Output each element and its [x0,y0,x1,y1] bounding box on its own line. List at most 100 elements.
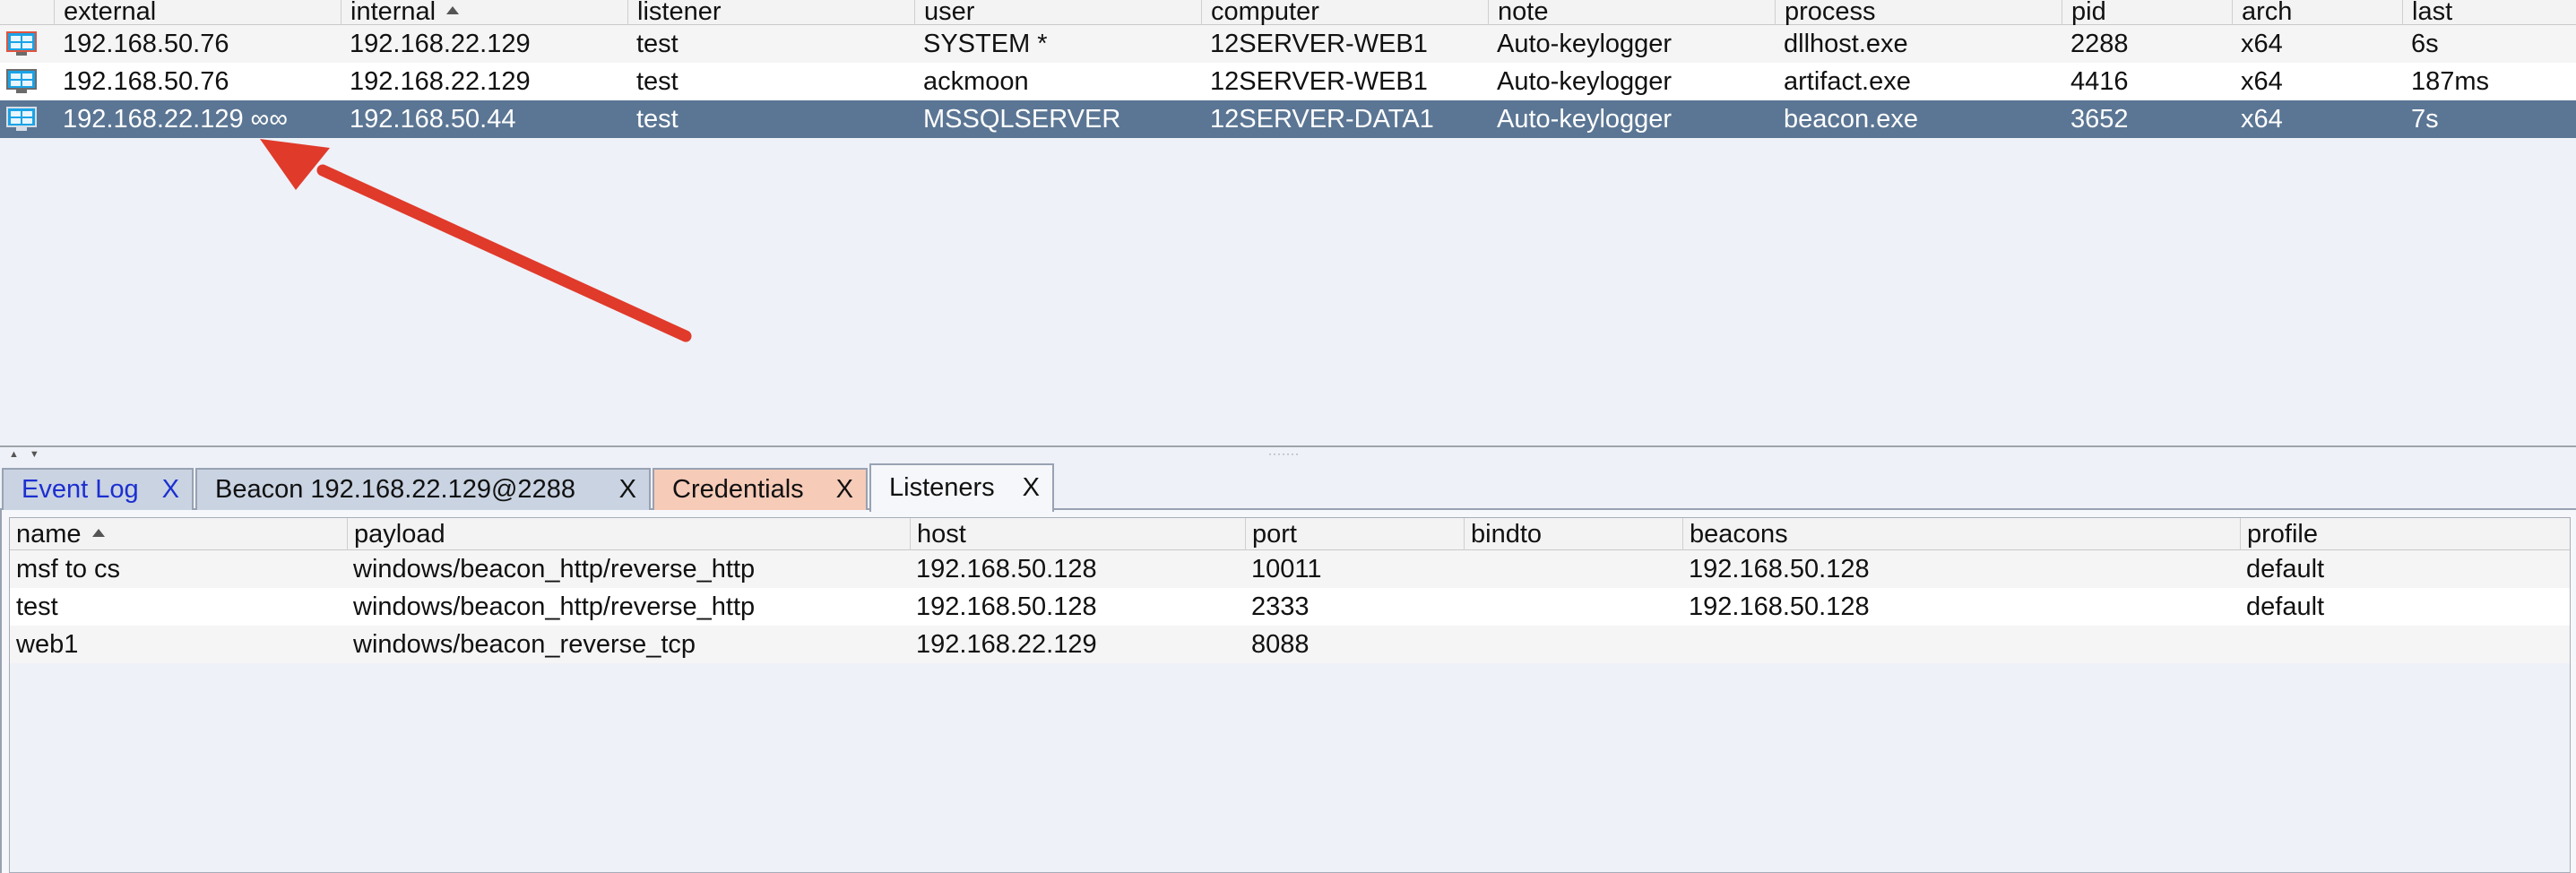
cell-external: 192.168.22.129 ∞∞ [63,105,288,134]
cell-note: Auto-keylogger [1497,105,1673,134]
cell-external: 192.168.50.76 [63,30,229,58]
close-icon[interactable]: X [619,470,636,509]
session-row-selected[interactable]: 192.168.22.129 ∞∞ 192.168.50.44 test MSS… [0,100,2576,138]
listener-row[interactable]: msf to cs windows/beacon_http/reverse_ht… [10,550,2570,588]
tab-listeners[interactable]: Listeners X [869,463,1054,512]
cell-bindto [1464,626,1470,663]
cell-pid: 4416 [2070,67,2129,96]
col-name-header[interactable]: name [10,518,347,550]
cell-pid: 3652 [2070,105,2129,134]
cell-port: 2333 [1251,592,1310,621]
close-icon[interactable]: X [162,470,179,509]
listeners-table: name payload host port bindto beacons pr… [9,517,2571,873]
tab-label: Event Log [22,475,139,504]
col-computer-header[interactable]: computer [1201,0,1488,25]
cell-pid: 2288 [2070,30,2129,58]
col-user-header[interactable]: user [914,0,1201,25]
col-arch-header[interactable]: arch [2232,0,2402,25]
col-pid-header[interactable]: pid [2062,0,2232,25]
cell-last: 187ms [2411,67,2490,96]
cell-host: 192.168.50.128 [916,555,1097,583]
cell-port: 10011 [1251,555,1322,583]
close-icon[interactable]: X [836,470,853,509]
windows-desktop-icon [6,107,37,131]
tab-label: Beacon 192.168.22.129@2288 [215,475,575,504]
col-note-header[interactable]: note [1488,0,1775,25]
tab-beacon[interactable]: Beacon 192.168.22.129@2288 X [195,468,651,510]
cell-process: dllhost.exe [1784,30,1908,58]
cell-listener: test [636,105,679,134]
pane-splitter[interactable]: ▲▼ ······· [0,445,2576,463]
cell-note: Auto-keylogger [1497,67,1673,96]
cell-last: 7s [2411,105,2439,134]
sessions-table: external internal listener user computer… [0,0,2576,445]
listeners-panel: name payload host port bindto beacons pr… [0,510,2576,873]
cell-internal: 192.168.22.129 [350,67,531,96]
cell-internal: 192.168.22.129 [350,30,531,58]
tab-event-log[interactable]: Event Log X [2,468,194,510]
cell-port: 8088 [1251,630,1310,659]
col-bindto-header[interactable]: bindto [1464,518,1682,550]
tab-label: Listeners [889,473,995,502]
cell-name: test [16,592,58,621]
cell-process: artifact.exe [1784,67,1911,96]
col-process-header[interactable]: process [1775,0,2062,25]
cell-computer: 12SERVER-WEB1 [1210,30,1428,58]
session-row[interactable]: 192.168.50.76 192.168.22.129 test SYSTEM… [0,25,2576,63]
cell-name: web1 [16,630,79,659]
cell-host: 192.168.22.129 [916,630,1097,659]
sort-ascending-icon [91,529,105,537]
tab-credentials[interactable]: Credentials X [653,468,868,510]
col-internal-header[interactable]: internal [341,0,627,25]
splitter-grip-icon[interactable]: ······· [1268,447,1300,460]
cell-host: 192.168.50.128 [916,592,1097,621]
sessions-header: external internal listener user computer… [0,0,2576,25]
cell-process: beacon.exe [1784,105,1918,134]
cell-listener: test [636,30,679,58]
cell-beacons: 192.168.50.128 [1689,555,1870,583]
cell-user: MSSQLSERVER [923,105,1121,134]
tab-label: Credentials [672,475,804,504]
windows-desktop-icon [6,69,37,93]
col-external-header[interactable]: external [54,0,341,25]
session-row[interactable]: 192.168.50.76 192.168.22.129 test ackmoo… [0,63,2576,100]
cell-payload: windows/beacon_http/reverse_http [353,555,756,583]
cell-payload: windows/beacon_reverse_tcp [353,630,696,659]
splitter-arrows-icon[interactable]: ▲▼ [9,449,50,460]
col-port-header[interactable]: port [1245,518,1464,550]
cell-arch: x64 [2241,30,2283,58]
col-last-header[interactable]: last [2402,0,2576,25]
close-icon[interactable]: X [1023,465,1040,510]
cell-user: ackmoon [923,67,1029,96]
cell-listener: test [636,67,679,96]
cell-last: 6s [2411,30,2439,58]
listener-row[interactable]: test windows/beacon_http/reverse_http 19… [10,588,2570,626]
col-host-header[interactable]: host [910,518,1245,550]
cell-arch: x64 [2241,105,2283,134]
cell-user: SYSTEM * [923,30,1048,58]
cell-note: Auto-keylogger [1497,30,1673,58]
col-profile-header[interactable]: profile [2240,518,2570,550]
windows-desktop-icon [6,31,37,56]
cell-external: 192.168.50.76 [63,67,229,96]
cell-bindto [1464,550,1470,588]
col-icon-header[interactable] [0,0,54,25]
cell-profile [2240,626,2246,663]
cell-payload: windows/beacon_http/reverse_http [353,592,756,621]
cell-computer: 12SERVER-WEB1 [1210,67,1428,96]
cell-name: msf to cs [16,555,121,583]
tab-bar: Event Log X Beacon 192.168.22.129@2288 X… [0,463,2576,512]
cell-profile: default [2246,555,2325,583]
cell-arch: x64 [2241,67,2283,96]
col-payload-header[interactable]: payload [347,518,910,550]
col-beacons-header[interactable]: beacons [1682,518,2240,550]
listeners-header: name payload host port bindto beacons pr… [10,518,2570,550]
cell-beacons [1682,626,1689,663]
sort-ascending-icon [446,6,460,14]
col-listener-header[interactable]: listener [627,0,914,25]
listener-row[interactable]: web1 windows/beacon_reverse_tcp 192.168.… [10,626,2570,663]
cell-bindto [1464,588,1470,626]
cell-computer: 12SERVER-DATA1 [1210,105,1434,134]
cell-internal: 192.168.50.44 [350,105,516,134]
cell-beacons: 192.168.50.128 [1689,592,1870,621]
